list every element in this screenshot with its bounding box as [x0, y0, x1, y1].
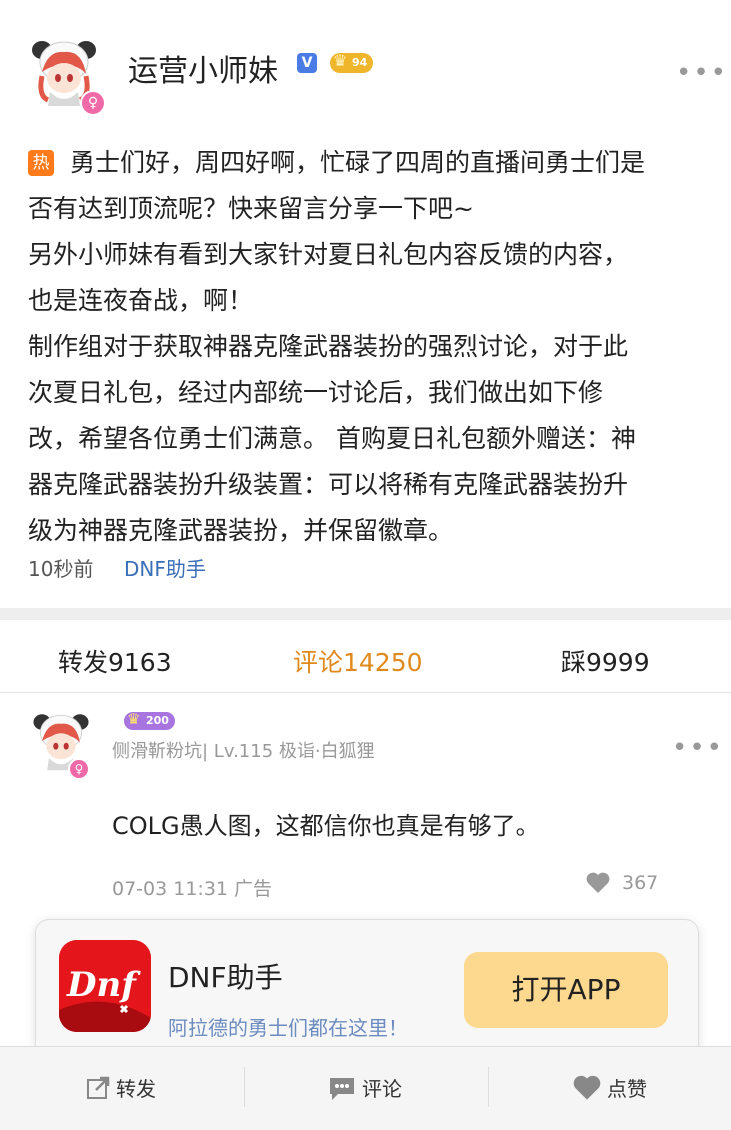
open-app-button[interactable]: 打开APP [464, 952, 668, 1028]
section-divider [0, 608, 731, 620]
post-line: 级为神器克隆武器装扮，并保留徽章。 [28, 516, 454, 545]
post-line: 另外小师妹有看到大家针对夏日礼包内容反馈的内容， [28, 240, 629, 269]
stats-divider [0, 692, 731, 693]
verified-icon: V [297, 53, 317, 73]
banner-app-name: DNF助手 [168, 961, 283, 994]
bottom-action-bar: 转发 评论 点赞 [0, 1046, 731, 1130]
post-line: 改，希望各位勇士们满意。 首购夏日礼包额外赠送：神 [28, 424, 636, 453]
dnf-logo-icon: Dnf [59, 940, 151, 1032]
comment-label: 评论 [362, 1077, 402, 1101]
level-value: 94 [352, 56, 368, 69]
post-line: 也是连夜奋战，啊！ [28, 286, 254, 315]
comment-count-tab[interactable]: 评论14250 [293, 643, 423, 679]
post-line: 器克隆武器装扮升级装置：可以将稀有克隆武器装扮升 [28, 470, 629, 499]
logo-text: Dnf [66, 965, 141, 1005]
heart-icon [573, 1075, 601, 1100]
repost-button[interactable]: 转发 [86, 1073, 156, 1102]
crown-icon: ♛ [127, 710, 141, 728]
commenter-level-badge: ♛ 200 [124, 710, 175, 730]
post-source-link[interactable]: DNF助手 [124, 553, 206, 582]
comment-icon [330, 1077, 354, 1100]
dislike-count-tab[interactable]: 踩9999 [561, 643, 650, 679]
bar-separator [244, 1067, 245, 1107]
banner-tagline: 阿拉德的勇士们都在这里！ [168, 1016, 408, 1040]
female-gender-icon: ♀ [68, 758, 90, 780]
bar-separator [488, 1067, 489, 1107]
post-line: 勇士们好，周四好啊，忙碌了四周的直播间勇士们是 [70, 148, 646, 177]
post-author-name[interactable]: 运营小师妹 [128, 46, 278, 90]
comment-like-button[interactable]: 367 [586, 872, 658, 894]
post-time: 10秒前 [28, 557, 94, 581]
like-label: 点赞 [607, 1077, 647, 1101]
post-body: 勇士们好，周四好啊，忙碌了四周的直播间勇士们是 否有达到顶流呢？快来留言分享一下… [28, 140, 718, 554]
comment-text: COLG愚人图，这都信你也真是有够了。 [112, 812, 540, 840]
more-options-icon[interactable]: ••• [676, 58, 728, 88]
heart-icon [586, 872, 610, 893]
repost-count-tab[interactable]: 转发9163 [58, 643, 172, 679]
post-line: 次夏日礼包，经过内部统一讨论后，我们做出如下修 [28, 378, 604, 407]
comment-button[interactable]: 评论 [328, 1073, 402, 1102]
like-button[interactable]: 点赞 [573, 1073, 647, 1102]
dnf-app-icon: Dnf [59, 940, 151, 1032]
app-promo-banner[interactable]: Dnf DNF助手 阿拉德的勇士们都在这里！ 打开APP [35, 919, 699, 1059]
post-line: 否有达到顶流呢？快来留言分享一下吧~ [28, 194, 474, 223]
crown-icon: ♛ [333, 51, 348, 70]
repost-label: 转发 [116, 1077, 156, 1101]
level-badge: ♛ 94 [330, 51, 374, 73]
post-line: 制作组对于获取神器克隆武器装扮的强烈讨论，对于此 [28, 332, 629, 361]
comment-like-count: 367 [622, 872, 659, 894]
share-icon [87, 1076, 110, 1099]
comment-meta: 07-03 11:31 广告 [112, 878, 273, 900]
commenter-name[interactable]: 侧滑靳粉坑| Lv.115 极诣·白狐狸 [112, 737, 375, 763]
comment-more-icon[interactable]: ••• [672, 733, 724, 763]
commenter-badge-value: 200 [146, 714, 169, 727]
female-gender-icon: ♀ [80, 90, 106, 116]
